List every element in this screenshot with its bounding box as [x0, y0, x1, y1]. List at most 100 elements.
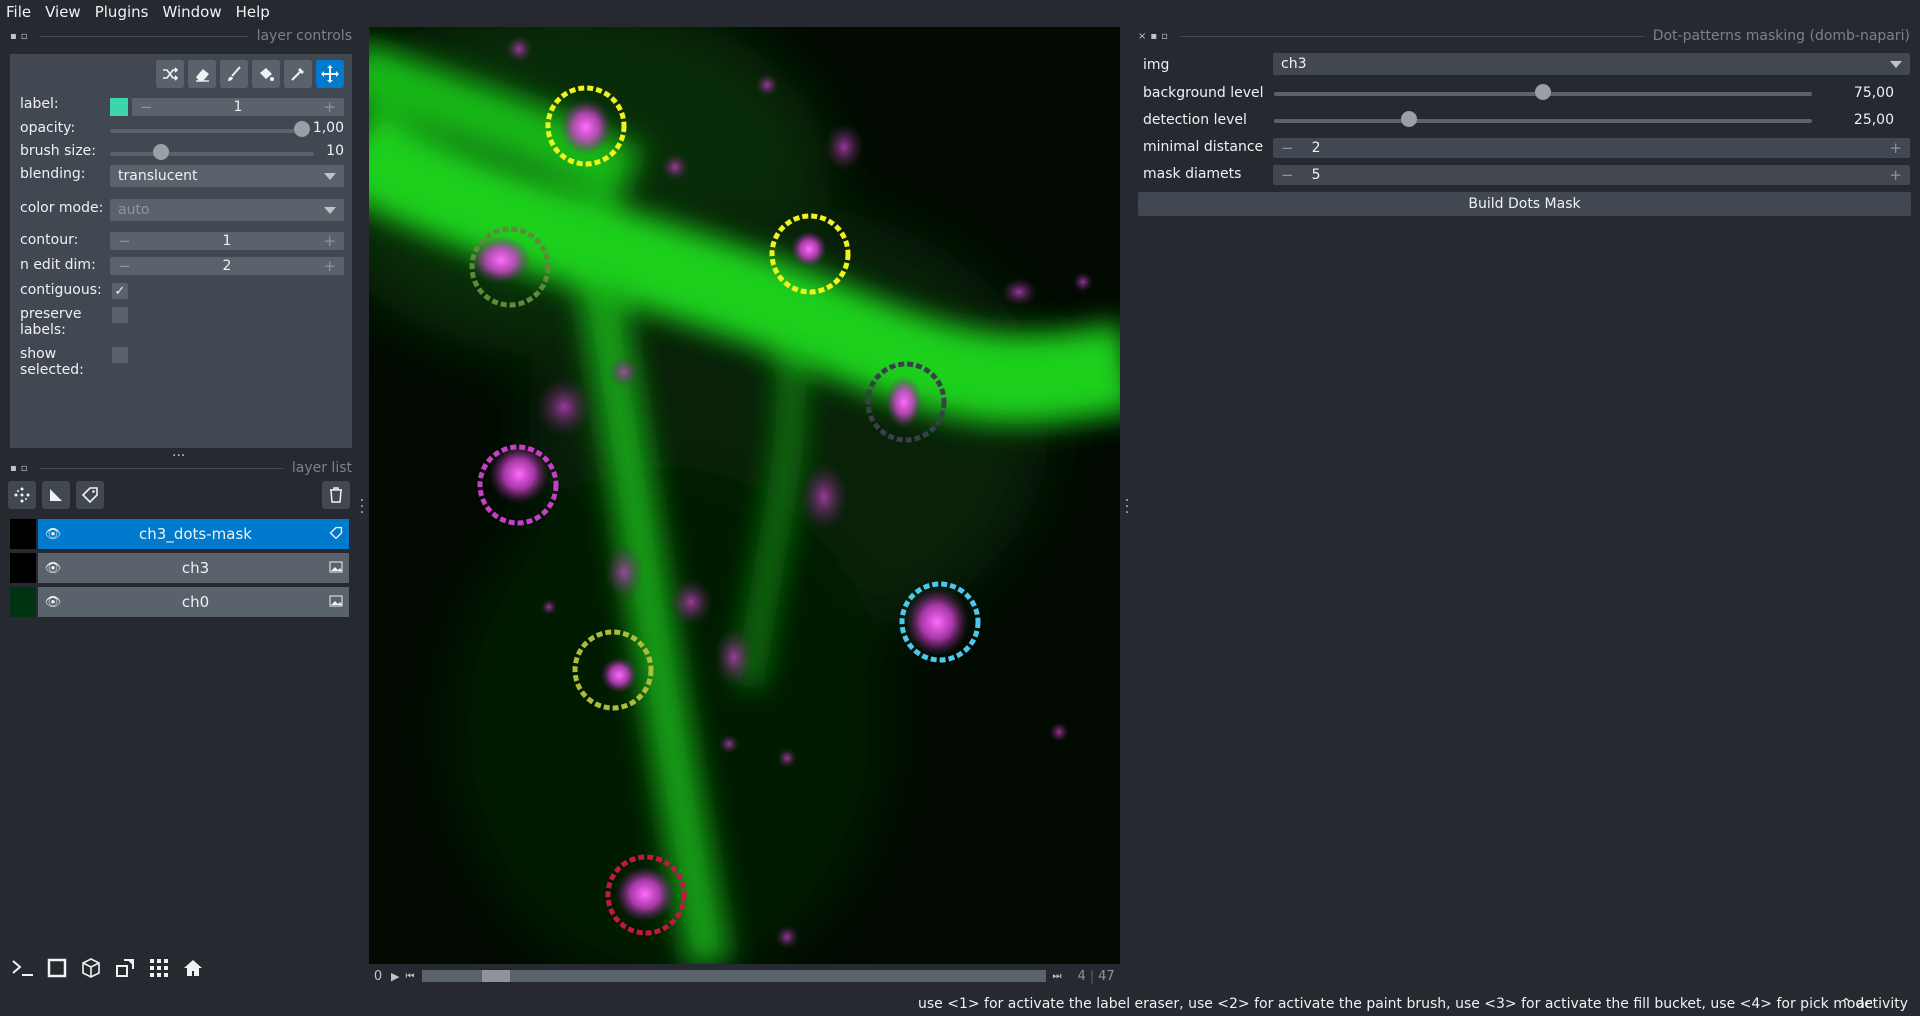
- dock-float-close-icons[interactable]: ▪▫: [10, 463, 32, 474]
- viewer-buttons: [8, 953, 208, 983]
- label-color-swatch: [110, 98, 128, 116]
- background-level-label: background level: [1143, 85, 1264, 101]
- paint-brush-button[interactable]: [220, 60, 248, 88]
- transpose-button[interactable]: [110, 953, 140, 983]
- opacity-label: opacity:: [20, 120, 76, 136]
- show-selected-label-line2: selected:: [20, 362, 84, 378]
- show-selected-checkbox[interactable]: [112, 347, 128, 363]
- left-dock-handle[interactable]: · · ·: [359, 494, 365, 520]
- detection-level-slider[interactable]: [1274, 119, 1812, 123]
- layer-item[interactable]: 👁 ch3_dots-mask: [10, 519, 349, 549]
- layer-name[interactable]: ch0: [68, 593, 323, 611]
- show-selected-label: show selected:: [20, 346, 84, 378]
- increment-icon[interactable]: +: [1889, 139, 1902, 157]
- build-dots-mask-button[interactable]: Build Dots Mask: [1138, 192, 1911, 216]
- dock-close-float-icons[interactable]: ×▪▫: [1138, 31, 1172, 42]
- trash-icon: [330, 487, 342, 503]
- new-shapes-layer-button[interactable]: [42, 481, 70, 509]
- blending-value: translucent: [118, 168, 198, 184]
- preserve-labels-label-line1: preserve: [20, 306, 82, 322]
- dims-slider-track[interactable]: [422, 970, 1047, 982]
- minimal-distance-spinbox[interactable]: − 2 +: [1273, 138, 1910, 158]
- decrement-icon[interactable]: −: [1281, 166, 1294, 184]
- img-select[interactable]: ch3: [1273, 53, 1910, 75]
- menu-plugins[interactable]: Plugins: [95, 3, 149, 21]
- dock-float-close-icons[interactable]: ▪▫: [10, 31, 32, 42]
- menu-file[interactable]: File: [6, 3, 31, 21]
- chevron-down-icon: [324, 173, 336, 180]
- last-frame-icon[interactable]: ⏭: [1052, 971, 1061, 982]
- chevron-down-icon: [1890, 61, 1902, 68]
- color-mode-select[interactable]: auto: [110, 199, 344, 221]
- eye-icon[interactable]: 👁: [38, 561, 68, 576]
- menu-help[interactable]: Help: [236, 3, 270, 21]
- increment-icon[interactable]: +: [323, 257, 336, 275]
- brush-icon: [228, 66, 241, 81]
- new-labels-layer-button[interactable]: [76, 481, 104, 509]
- mask-diamets-spinbox[interactable]: − 5 +: [1273, 165, 1910, 185]
- dims-slider-handle[interactable]: [482, 970, 511, 982]
- increment-icon[interactable]: +: [323, 98, 336, 116]
- brush-size-slider-handle[interactable]: [153, 144, 169, 160]
- fill-bucket-button[interactable]: [252, 60, 280, 88]
- console-button[interactable]: [8, 953, 38, 983]
- ndisplay-button[interactable]: [42, 953, 72, 983]
- increment-icon[interactable]: +: [1889, 166, 1902, 184]
- layer-item[interactable]: 👁 ch3: [10, 553, 349, 583]
- contour-value: 1: [222, 233, 232, 249]
- n-edit-dim-value: 2: [222, 258, 232, 274]
- label-spinbox[interactable]: − 1 +: [132, 98, 344, 116]
- preserve-labels-label-line2: labels:: [20, 322, 66, 338]
- play-icon[interactable]: ▶: [391, 970, 399, 983]
- color-picker-button[interactable]: [284, 60, 312, 88]
- menu-view[interactable]: View: [45, 3, 81, 21]
- color-mode-label: color mode:: [20, 200, 104, 216]
- activity-button[interactable]: ⌃ activity: [1840, 996, 1908, 1012]
- detection-level-label: detection level: [1143, 112, 1247, 128]
- delete-layer-button[interactable]: [322, 481, 350, 509]
- image-canvas[interactable]: [369, 27, 1120, 964]
- layer-name[interactable]: ch3_dots-mask: [68, 525, 323, 543]
- layer-item[interactable]: 👁 ch0: [10, 587, 349, 617]
- n-edit-dim-spinbox[interactable]: − 2 +: [110, 257, 344, 275]
- eraser-icon: [196, 69, 209, 82]
- new-points-layer-button[interactable]: [8, 481, 36, 509]
- roll-dims-button[interactable]: [76, 953, 106, 983]
- pan-zoom-button[interactable]: [316, 60, 344, 88]
- dims-separator: |: [1089, 968, 1095, 984]
- shuffle-icon: [163, 67, 179, 81]
- increment-icon[interactable]: +: [323, 232, 336, 250]
- first-frame-icon[interactable]: ⏮: [405, 971, 414, 982]
- img-label: img: [1143, 57, 1170, 73]
- shapes-icon: [50, 489, 62, 501]
- chevron-down-icon: [324, 207, 336, 214]
- home-icon: [184, 960, 202, 976]
- layer-name[interactable]: ch3: [68, 559, 323, 577]
- preserve-labels-checkbox[interactable]: [112, 307, 128, 323]
- eye-icon[interactable]: 👁: [38, 595, 68, 610]
- detection-level-handle[interactable]: [1400, 111, 1417, 127]
- layer-thumbnail: [10, 587, 36, 617]
- brush-size-slider[interactable]: [110, 152, 314, 156]
- decrement-icon[interactable]: −: [118, 232, 131, 250]
- eraser-button[interactable]: [188, 60, 216, 88]
- eye-icon[interactable]: 👁: [38, 527, 68, 542]
- grid-button[interactable]: [144, 953, 174, 983]
- dims-total: 47: [1098, 968, 1115, 984]
- blending-select[interactable]: translucent: [110, 165, 344, 187]
- microscopy-image: [369, 27, 1120, 964]
- opacity-slider[interactable]: [110, 129, 302, 133]
- decrement-icon[interactable]: −: [1281, 139, 1294, 157]
- right-dock-handle[interactable]: · · ·: [1124, 494, 1130, 520]
- decrement-icon[interactable]: −: [118, 257, 131, 275]
- menu-window[interactable]: Window: [162, 3, 221, 21]
- background-level-handle[interactable]: [1535, 84, 1551, 100]
- home-button[interactable]: [178, 953, 208, 983]
- shuffle-colors-button[interactable]: [156, 60, 184, 88]
- picker-icon: [291, 68, 304, 81]
- contour-spinbox[interactable]: − 1 +: [110, 232, 344, 250]
- decrement-icon[interactable]: −: [140, 98, 153, 116]
- opacity-slider-handle[interactable]: [294, 121, 310, 137]
- background-level-value: 75,00: [1853, 85, 1894, 101]
- contiguous-checkbox[interactable]: ✓: [112, 283, 128, 299]
